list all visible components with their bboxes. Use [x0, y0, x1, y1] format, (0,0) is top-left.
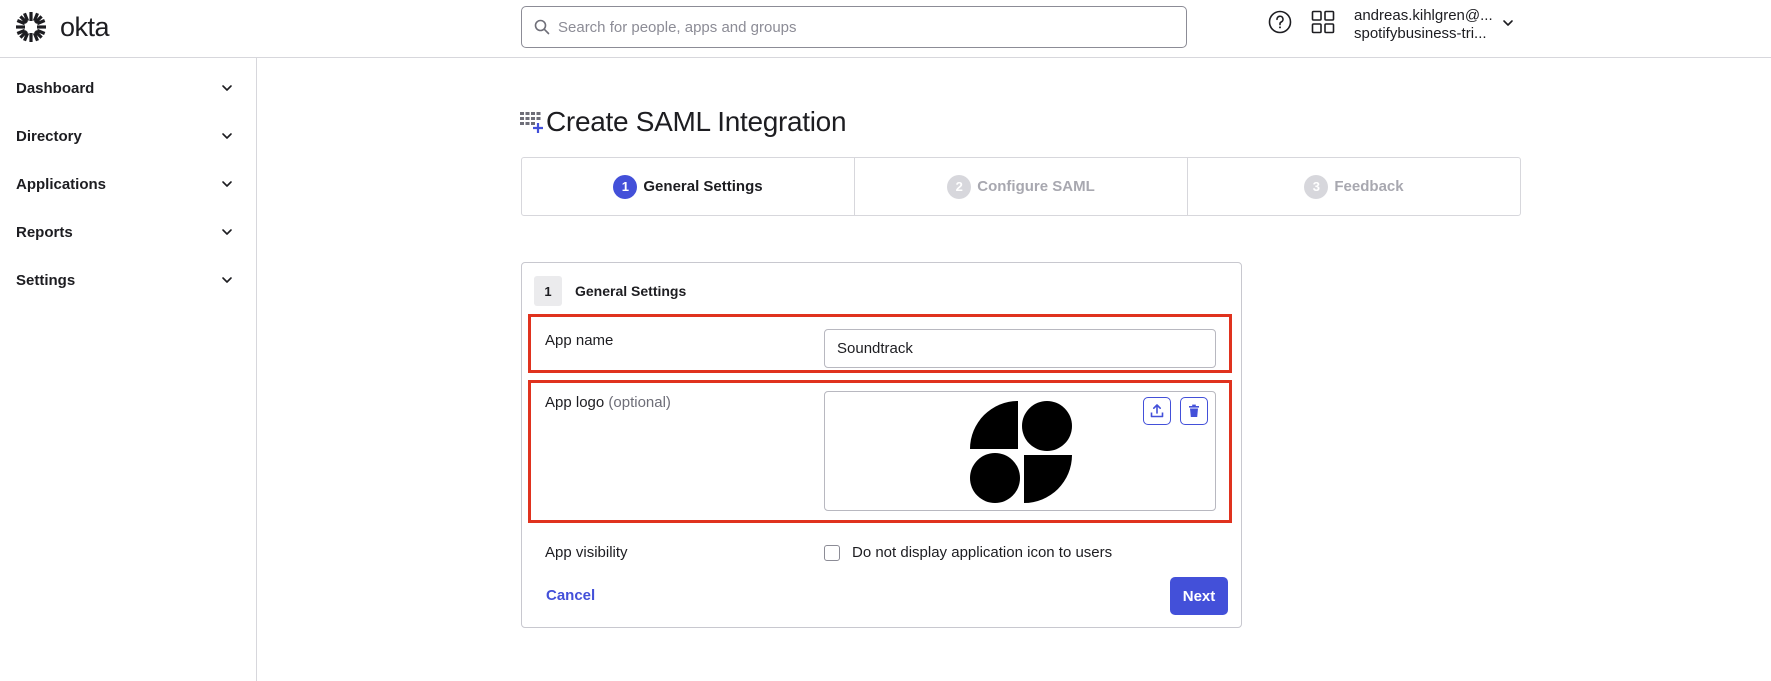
- delete-logo-button[interactable]: [1180, 397, 1208, 425]
- step-label: Feedback: [1334, 178, 1404, 195]
- step-label: General Settings: [643, 178, 763, 195]
- help-icon[interactable]: [1268, 10, 1292, 34]
- app-add-icon: [520, 112, 543, 133]
- app-grid-icon[interactable]: [1311, 10, 1335, 34]
- app-logo-image: [970, 401, 1072, 503]
- step-number: 1: [613, 174, 638, 199]
- search-icon: [534, 19, 550, 35]
- chevron-down-icon: [222, 133, 232, 139]
- upload-logo-button[interactable]: [1143, 397, 1171, 425]
- page-header: Create SAML Integration: [520, 106, 847, 138]
- okta-logo[interactable]: okta: [14, 10, 110, 44]
- global-search[interactable]: [521, 6, 1187, 48]
- step-general-settings[interactable]: 1 General Settings: [522, 158, 855, 215]
- sidebar-item-label: Dashboard: [16, 79, 95, 97]
- wizard-steps: 1 General Settings 2 Configure SAML 3 Fe…: [521, 157, 1521, 216]
- sidebar-item-reports[interactable]: Reports: [0, 212, 256, 252]
- cancel-button[interactable]: Cancel: [546, 587, 595, 604]
- step-feedback: 3 Feedback: [1188, 158, 1520, 215]
- step-configure-saml: 2 Configure SAML: [855, 158, 1188, 215]
- app-name-input[interactable]: [824, 329, 1216, 368]
- sidebar-item-label: Applications: [16, 175, 107, 193]
- app-logo-label-text: App logo: [545, 394, 605, 411]
- top-header: okta andreas.kihlgren@... spotifybusines…: [0, 0, 1771, 58]
- sidebar: Dashboard Directory Applications Reports…: [0, 58, 257, 681]
- sidebar-item-settings[interactable]: Settings: [0, 260, 256, 300]
- app-name-label: App name: [545, 332, 614, 349]
- trash-icon: [1189, 404, 1199, 417]
- sidebar-item-applications[interactable]: Applications: [0, 164, 256, 204]
- card-header: 1 General Settings: [534, 276, 686, 306]
- chevron-down-icon: [222, 229, 232, 235]
- page-title: Create SAML Integration: [546, 106, 847, 137]
- chevron-down-icon[interactable]: [1501, 16, 1515, 30]
- app-logo-dropzone[interactable]: [824, 391, 1216, 511]
- next-button[interactable]: Next: [1170, 577, 1228, 615]
- sidebar-item-dashboard[interactable]: Dashboard: [0, 68, 256, 108]
- upload-icon: [1150, 404, 1164, 418]
- sidebar-item-directory[interactable]: Directory: [0, 116, 256, 156]
- chevron-down-icon: [222, 277, 232, 283]
- chevron-down-icon: [222, 85, 232, 91]
- sidebar-item-label: Settings: [16, 271, 76, 289]
- search-input[interactable]: [558, 18, 1158, 36]
- optional-hint: (optional): [608, 394, 671, 411]
- section-number: 1: [534, 276, 562, 306]
- sidebar-item-label: Directory: [16, 127, 82, 145]
- okta-sunburst-icon: [16, 12, 46, 42]
- user-org: spotifybusiness-tri...: [1354, 25, 1487, 42]
- step-number: 2: [947, 174, 972, 199]
- app-logo-label: App logo (optional): [545, 394, 671, 411]
- section-title: General Settings: [575, 283, 687, 299]
- chevron-down-icon: [222, 181, 232, 187]
- step-label: Configure SAML: [977, 178, 1095, 195]
- sidebar-item-label: Reports: [16, 223, 73, 241]
- app-visibility-label: App visibility: [545, 544, 628, 561]
- step-number: 3: [1304, 174, 1329, 199]
- hide-icon-checkbox[interactable]: [824, 545, 840, 561]
- hide-icon-checkbox-label[interactable]: Do not display application icon to users: [852, 544, 1112, 561]
- okta-wordmark: okta: [60, 11, 110, 42]
- user-email: andreas.kihlgren@...: [1354, 7, 1493, 24]
- user-menu[interactable]: andreas.kihlgren@... spotifybusiness-tri…: [1354, 7, 1493, 43]
